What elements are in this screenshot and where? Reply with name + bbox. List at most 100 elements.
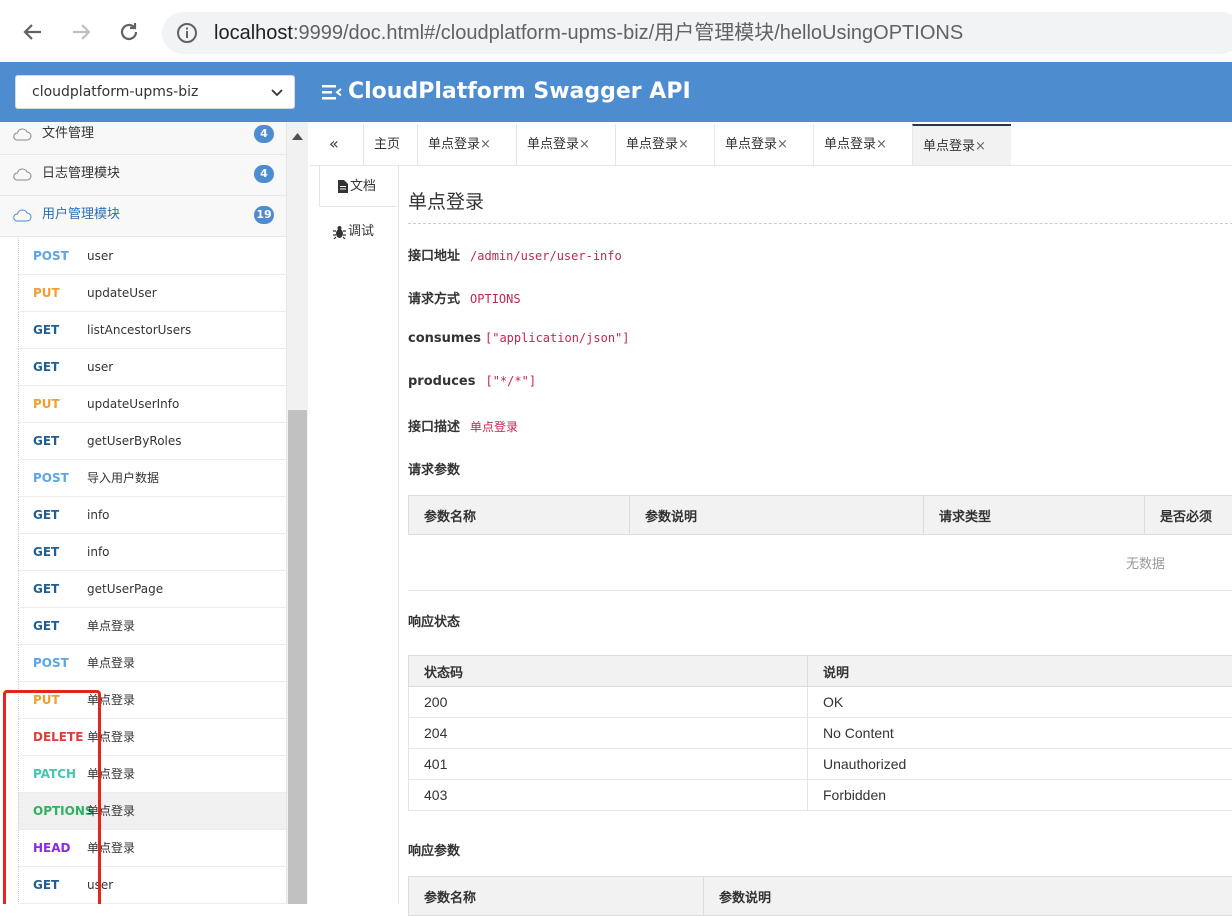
browser-toolbar: localhost:9999/doc.html#/cloudplatform-u…: [0, 0, 1232, 62]
http-method-label: POST: [33, 460, 69, 496]
api-name: getUserByRoles: [87, 423, 182, 459]
api-name: 单点登录: [87, 608, 135, 644]
address-bar[interactable]: localhost:9999/doc.html#/cloudplatform-u…: [162, 12, 1232, 54]
api-list-item[interactable]: POST user: [18, 238, 286, 275]
url-text[interactable]: localhost:9999/doc.html#/cloudplatform-u…: [214, 12, 963, 54]
close-icon[interactable]: ×: [480, 137, 491, 152]
tab-label: 单点登录: [725, 137, 777, 152]
table-row: 401Unauthorized: [409, 749, 1232, 780]
table-header: 参数名称: [409, 496, 630, 535]
sidebar-group-user[interactable]: 用户管理模块 19: [0, 196, 286, 237]
tab-api[interactable]: 单点登录×: [417, 124, 516, 165]
http-method-label: GET: [33, 349, 59, 385]
menu-fold-icon: [322, 83, 342, 101]
api-list-item[interactable]: POST 导入用户数据: [18, 460, 286, 497]
no-data-text: 无数据: [1126, 553, 1165, 572]
method-value: OPTIONS: [470, 292, 521, 306]
close-icon[interactable]: ×: [777, 137, 788, 152]
tab-bar: « 主页单点登录×单点登录×单点登录×单点登录×单点登录×单点登录×: [309, 122, 1232, 166]
consumes-label: consumes: [408, 331, 481, 346]
http-method-label: GET: [33, 497, 59, 533]
close-icon[interactable]: ×: [975, 139, 986, 154]
reload-button[interactable]: [111, 14, 147, 50]
api-name: user: [87, 238, 113, 274]
desc-label: 接口描述: [408, 420, 460, 435]
api-list-item[interactable]: GETinfo: [18, 534, 286, 571]
info-icon[interactable]: [176, 22, 198, 44]
close-icon[interactable]: ×: [876, 137, 887, 152]
method-label: 请求方式: [408, 292, 460, 307]
api-list-item[interactable]: PUTupdateUserInfo: [18, 386, 286, 423]
tab-api[interactable]: 单点登录×: [615, 124, 714, 165]
tab-home[interactable]: 主页: [363, 124, 417, 165]
http-method-label: POST: [33, 238, 69, 274]
api-list-item[interactable]: GET单点登录: [18, 608, 286, 645]
api-name: 导入用户数据: [87, 460, 159, 496]
api-name: listAncestorUsers: [87, 312, 191, 348]
cloud-icon: [12, 168, 32, 182]
sidebar-group-log[interactable]: 日志管理模块 4: [0, 155, 286, 196]
scroll-thumb[interactable]: [288, 410, 307, 904]
tab-api[interactable]: 单点登录×: [912, 124, 1011, 165]
tab-doc-label: 文档: [350, 179, 376, 194]
response-params-title: 响应参数: [408, 840, 460, 859]
api-name: info: [87, 534, 110, 570]
status-code: 204: [409, 718, 808, 749]
reload-icon: [118, 21, 140, 43]
api-list-item[interactable]: PUTupdateUser: [18, 275, 286, 312]
status-code: 200: [409, 687, 808, 718]
tab-api[interactable]: 单点登录×: [813, 124, 912, 165]
api-list-item[interactable]: GETuser: [18, 349, 286, 386]
api-list-item[interactable]: POST单点登录: [18, 645, 286, 682]
api-list-item[interactable]: GETgetUserByRoles: [18, 423, 286, 460]
tab-label: 单点登录: [527, 137, 579, 152]
close-icon[interactable]: ×: [579, 137, 590, 152]
document-icon: [337, 180, 348, 193]
service-select[interactable]: cloudplatform-upms-biz: [15, 75, 295, 109]
cloud-icon: [12, 128, 32, 142]
api-list-item[interactable]: GETlistAncestorUsers: [18, 312, 286, 349]
tab-label: 单点登录: [824, 137, 876, 152]
sidebar-scrollbar[interactable]: [287, 122, 308, 904]
status-desc: Forbidden: [808, 780, 1232, 811]
tab-api[interactable]: 单点登录×: [714, 124, 813, 165]
api-list-item[interactable]: GETgetUserPage: [18, 571, 286, 608]
sidebar-group-label: 文件管理: [42, 122, 94, 146]
table-header-row: 参数名称 参数说明: [409, 877, 1232, 916]
chevron-down-icon: [270, 86, 284, 100]
close-icon[interactable]: ×: [678, 137, 689, 152]
status-code: 403: [409, 780, 808, 811]
collapse-tabs-icon[interactable]: «: [329, 134, 339, 153]
table-header: 状态码: [409, 656, 808, 687]
produces-label: produces: [408, 374, 475, 389]
tab-label: 单点登录: [626, 137, 678, 152]
response-status-table: 状态码 说明 200OK 204No Content 401Unauthoriz…: [408, 655, 1232, 811]
api-address: 接口地址/admin/user/user-info: [408, 245, 622, 264]
bug-icon: [333, 225, 346, 239]
table-row: 200OK: [409, 687, 1232, 718]
table-row: 403Forbidden: [409, 780, 1232, 811]
table-header-row: 状态码 说明: [409, 656, 1232, 687]
http-method-label: GET: [33, 571, 59, 607]
back-button[interactable]: [15, 14, 51, 50]
tab-label: 主页: [374, 137, 400, 152]
sidebar-group-file[interactable]: 文件管理 4: [0, 122, 286, 155]
api-produces: produces["*/*"]: [408, 374, 536, 389]
table-header-row: 参数名称 参数说明 请求类型 是否必须: [409, 496, 1232, 535]
forward-arrow-icon: [70, 21, 92, 43]
app-title: CloudPlatform Swagger API: [322, 62, 691, 122]
table-row: 204No Content: [409, 718, 1232, 749]
forward-button[interactable]: [63, 14, 99, 50]
app-title-text: CloudPlatform Swagger API: [348, 62, 691, 122]
tab-debug-label: 调试: [348, 224, 374, 239]
response-status-title: 响应状态: [408, 611, 460, 630]
api-description: 接口描述单点登录: [408, 416, 518, 435]
api-list-item[interactable]: GETinfo: [18, 497, 286, 534]
highlight-box: [3, 690, 101, 904]
tab-debug[interactable]: 调试: [319, 211, 397, 253]
table-header: 参数说明: [704, 877, 1232, 916]
doc-content: 单点登录 接口地址/admin/user/user-info 请求方式OPTIO…: [408, 165, 1232, 904]
tab-doc[interactable]: 文档: [319, 165, 397, 207]
tab-api[interactable]: 单点登录×: [516, 124, 615, 165]
scroll-up-arrow-icon[interactable]: [292, 132, 303, 140]
